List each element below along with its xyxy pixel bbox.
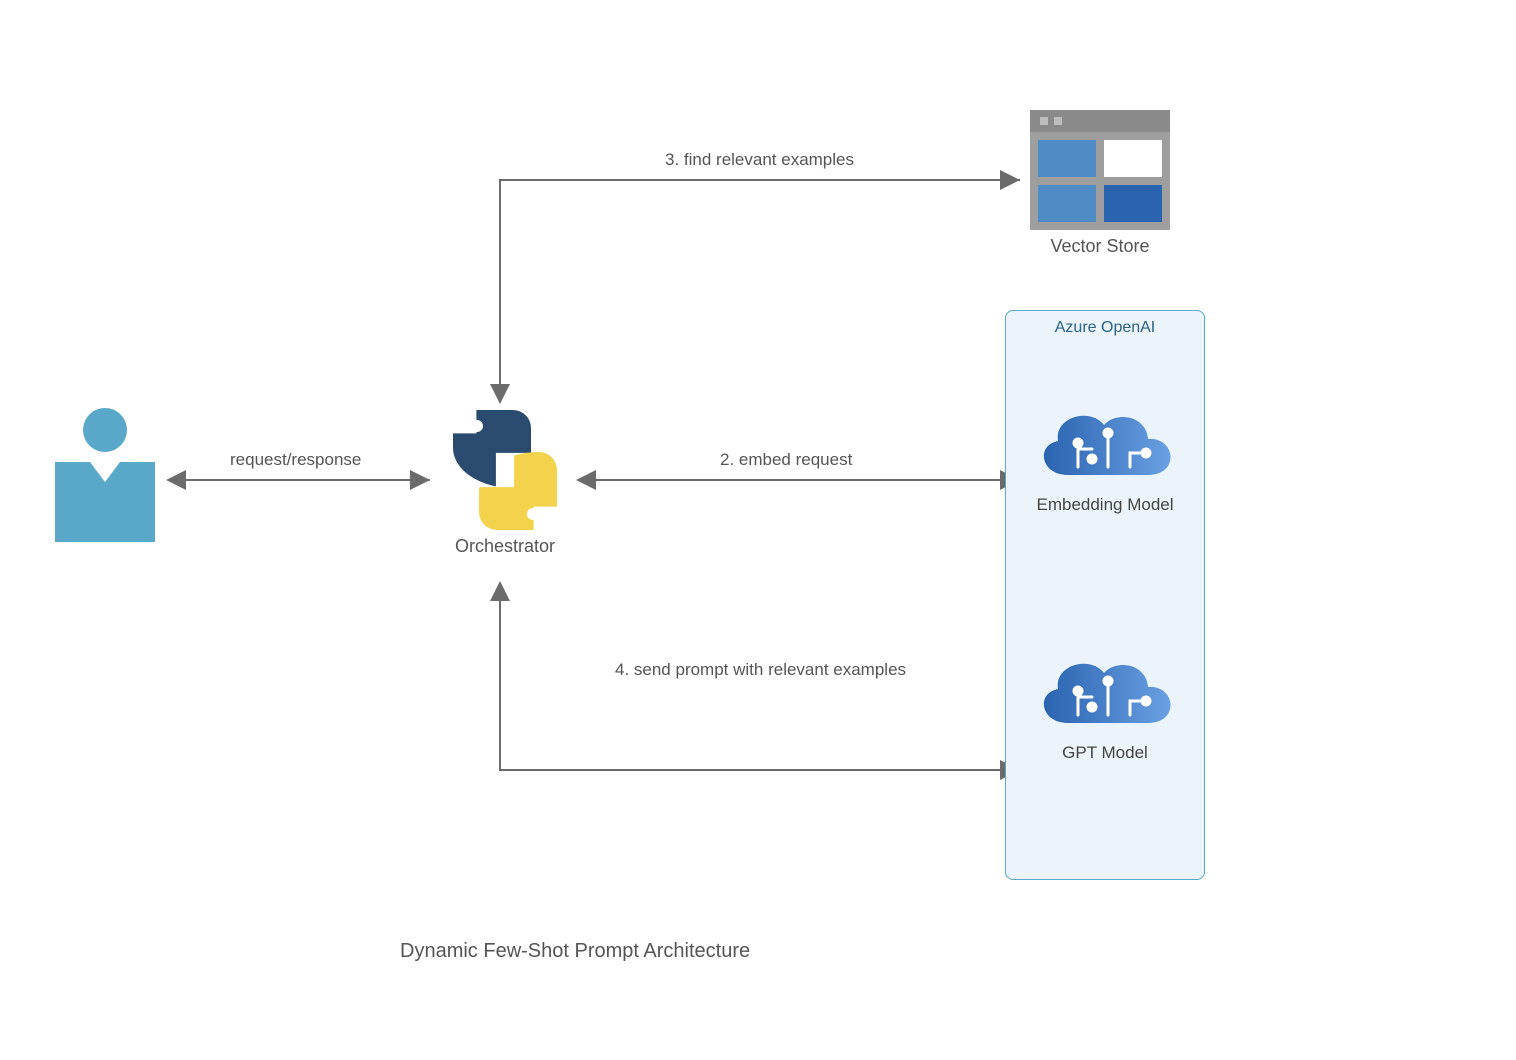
node-vector-store: Vector Store	[1020, 110, 1180, 257]
vector-store-label: Vector Store	[1020, 236, 1180, 257]
orchestrator-label: Orchestrator	[430, 536, 580, 557]
user-icon	[50, 408, 160, 542]
azure-openai-title: Azure OpenAI	[1020, 319, 1190, 337]
azure-openai-panel: Azure OpenAI Embedding Model	[1005, 310, 1205, 880]
embedding-model-label: Embedding Model	[1020, 495, 1190, 515]
edge-label-embed-request: 2. embed request	[720, 450, 852, 470]
node-user	[50, 408, 160, 542]
cloud-icon	[1030, 397, 1180, 487]
vector-store-icon	[1030, 110, 1170, 230]
gpt-model-label: GPT Model	[1020, 743, 1190, 763]
edge-label-request-response: request/response	[230, 450, 361, 470]
node-embedding-model: Embedding Model	[1020, 397, 1190, 515]
python-logo-icon	[445, 410, 565, 530]
edge-label-find-examples: 3. find relevant examples	[665, 150, 854, 170]
edge-orchestrator-vectorstore	[500, 180, 1020, 400]
diagram-caption: Dynamic Few-Shot Prompt Architecture	[400, 940, 750, 963]
node-gpt-model: GPT Model	[1020, 645, 1190, 763]
edge-label-send-prompt: 4. send prompt with relevant examples	[615, 660, 906, 680]
diagram-canvas: request/response 2. embed request 3. fin…	[0, 0, 1516, 1060]
node-orchestrator: Orchestrator	[430, 410, 580, 557]
cloud-icon	[1030, 645, 1180, 735]
